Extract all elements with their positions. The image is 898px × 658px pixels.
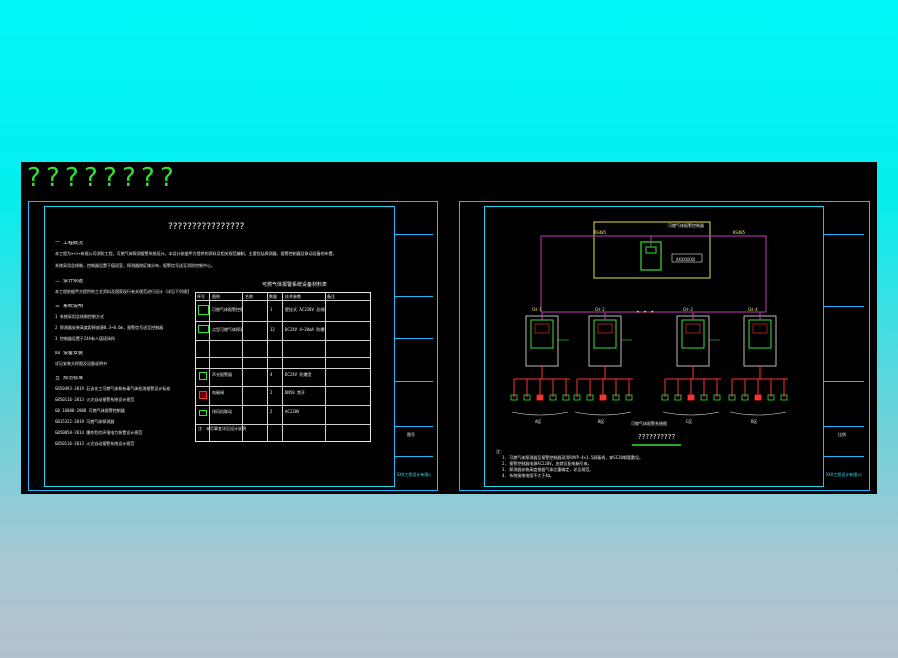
zone-bracket xyxy=(511,411,569,416)
zone-label: C区 xyxy=(686,419,693,424)
zone-bracket xyxy=(662,411,720,416)
system-diagram xyxy=(510,221,788,446)
note-line: 4. 系统接地电阻不大于4Ω。 xyxy=(502,473,555,478)
zone-label: B区 xyxy=(598,419,605,424)
zone-label: D区 xyxy=(751,419,758,424)
note-line: 3. 探测器安装高度根据气体比重确定，详见规范。 xyxy=(502,467,594,472)
field-device xyxy=(687,394,695,401)
controller-screen xyxy=(534,323,550,334)
notes-label: 注： xyxy=(496,449,504,454)
controller-screen xyxy=(597,323,613,334)
diagram-subtitle: 可燃气体报警系统图 xyxy=(631,421,667,426)
controller-screen xyxy=(685,323,701,334)
field-device xyxy=(599,394,607,401)
zone-bracket xyxy=(574,411,632,416)
bus-left-label: RS485 xyxy=(594,230,607,235)
field-device xyxy=(536,394,544,401)
controller-tag: CH-3 xyxy=(683,307,693,312)
controller-tag: CH-1 xyxy=(532,307,542,312)
note-line: 2. 报警控制器电源AC220V，由就近配电箱引来。 xyxy=(502,461,592,466)
top-box-label: 可燃气体报警控制器 xyxy=(668,223,704,228)
note-line: 1. 可燃气体探测器至报警控制器采用RVVP-4×1.5屏蔽线，穿SC20钢管敷… xyxy=(502,455,643,460)
controller-tag: CH-2 xyxy=(595,307,605,312)
drawing-canvas[interactable]: ???????? ???????????????? 一 工程概况 本工程为××××… xyxy=(21,162,877,494)
zone-bracket xyxy=(729,411,787,416)
top-box-tag: XXXXXXXX xyxy=(676,257,696,262)
zone-label: A区 xyxy=(535,419,542,424)
controller-screen xyxy=(752,323,768,334)
diagram-title: ?????????? xyxy=(638,433,676,441)
main-controller-symbol xyxy=(640,241,662,271)
controller-tag: CH-4 xyxy=(748,307,758,312)
bus-right-label: RS485 xyxy=(733,230,746,235)
bus-dots: • • • xyxy=(636,310,655,315)
field-device xyxy=(754,394,762,401)
main-controller-screen xyxy=(645,246,657,254)
